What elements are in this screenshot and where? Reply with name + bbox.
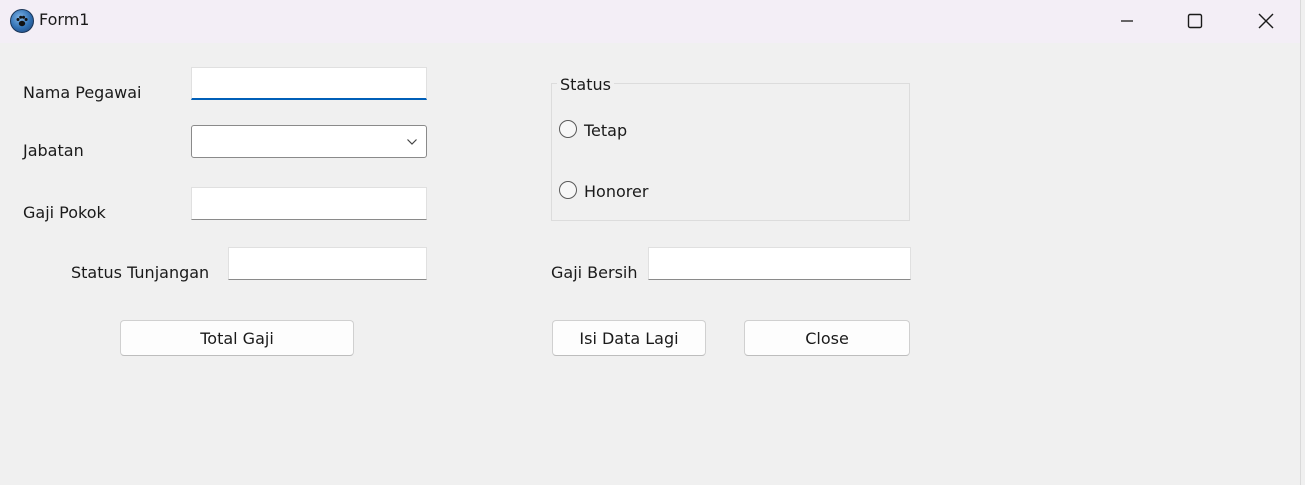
gaji-bersih-input[interactable]: [648, 247, 911, 280]
jabatan-combobox[interactable]: [191, 125, 427, 158]
close-icon: [1258, 13, 1274, 29]
honorer-radio[interactable]: [559, 181, 577, 199]
status-tunjangan-input[interactable]: [228, 247, 427, 280]
jabatan-label: Jabatan: [23, 141, 84, 160]
window-title: Form1: [39, 10, 90, 29]
tetap-radio-label[interactable]: Tetap: [584, 121, 627, 140]
window-edge: [1300, 0, 1305, 485]
close-window-button[interactable]: [1234, 0, 1298, 43]
nama-pegawai-label: Nama Pegawai: [23, 83, 142, 102]
status-tunjangan-label: Status Tunjangan: [71, 263, 210, 282]
minimize-button[interactable]: [1095, 0, 1159, 43]
gaji-pokok-input[interactable]: [191, 187, 427, 220]
title-bar[interactable]: Form1: [0, 0, 1305, 43]
honorer-radio-label[interactable]: Honorer: [584, 182, 648, 201]
close-button[interactable]: Close: [744, 320, 910, 356]
tetap-radio[interactable]: [559, 120, 577, 138]
maximize-button[interactable]: [1163, 0, 1227, 43]
isi-data-lagi-button[interactable]: Isi Data Lagi: [552, 320, 706, 356]
gaji-bersih-label: Gaji Bersih: [551, 263, 638, 282]
gaji-pokok-label: Gaji Pokok: [23, 203, 106, 222]
total-gaji-button[interactable]: Total Gaji: [120, 320, 354, 356]
paw-icon: [10, 9, 34, 33]
status-group-title: Status: [557, 75, 614, 94]
chevron-down-icon: [407, 139, 417, 145]
maximize-icon: [1187, 13, 1203, 29]
nama-pegawai-input[interactable]: [191, 67, 427, 100]
minimize-icon: [1121, 20, 1133, 22]
